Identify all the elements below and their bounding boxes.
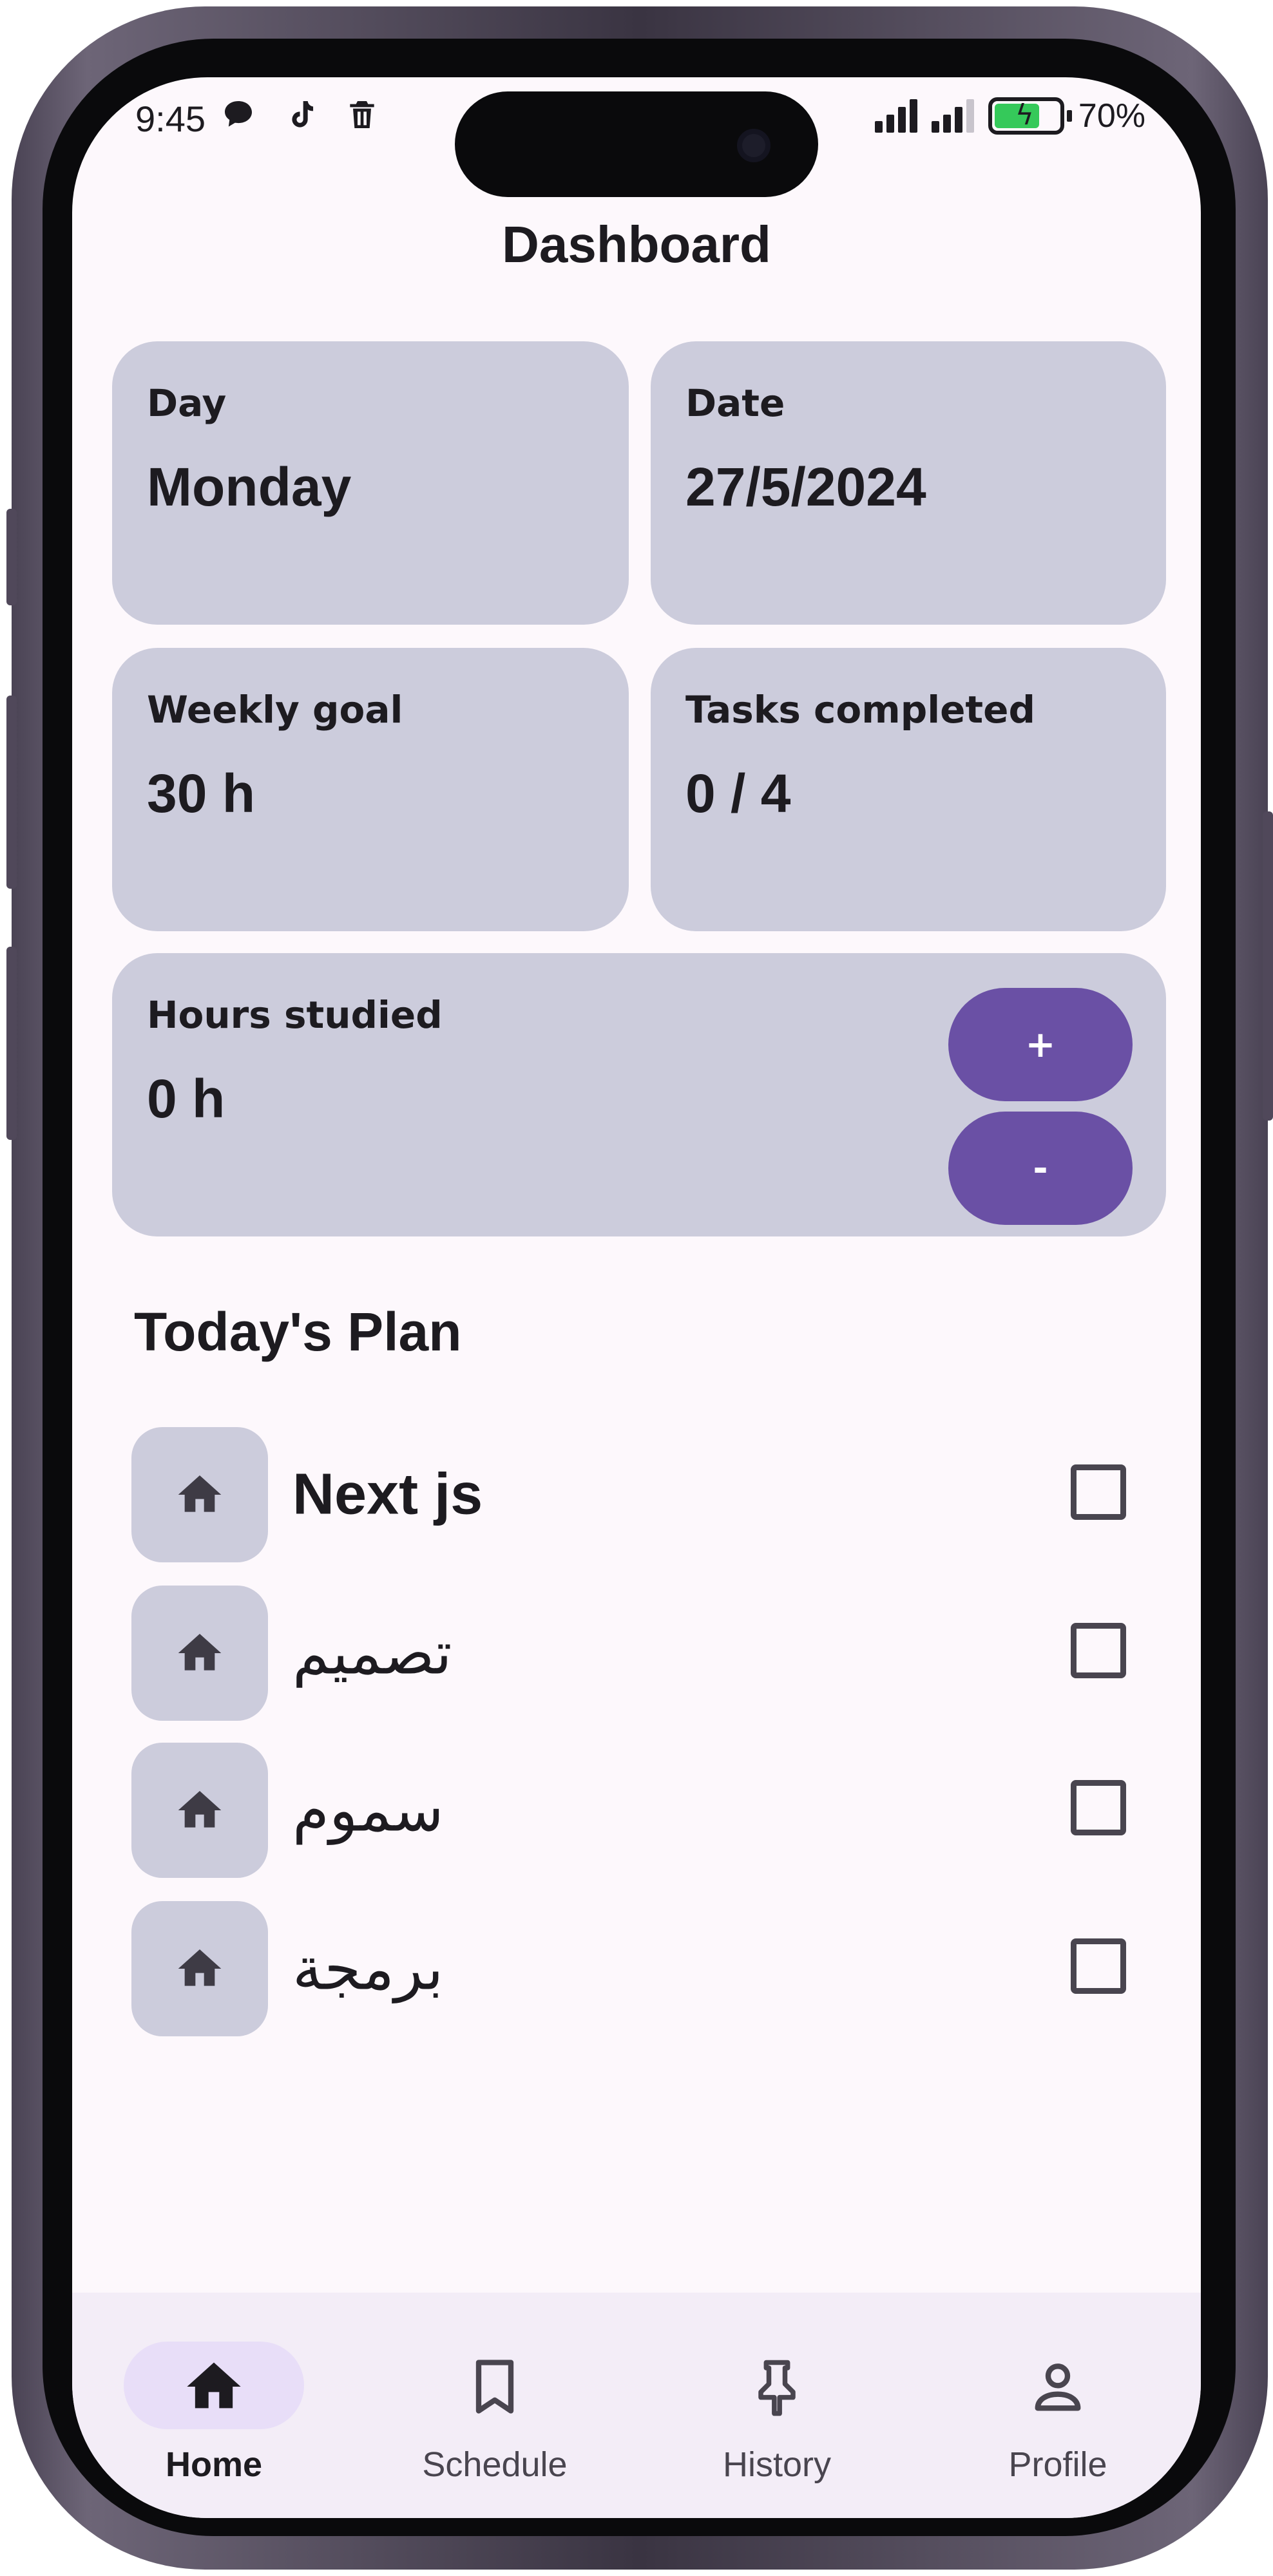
plan-item-checkbox[interactable]	[1071, 1464, 1126, 1520]
action-button	[6, 509, 17, 605]
plan-item[interactable]: تصميم	[131, 1586, 1136, 1721]
todays-plan-title: Today's Plan	[134, 1302, 462, 1362]
date-card: Date 27/5/2024	[651, 341, 1166, 625]
hours-studied-card: Hours studied 0 h + -	[112, 953, 1166, 1236]
nav-schedule[interactable]: Schedule	[398, 2325, 591, 2486]
plan-item-title: تصميم	[292, 1618, 452, 1688]
home-icon	[131, 1743, 268, 1878]
tiktok-icon	[282, 97, 318, 135]
plan-item-title: برمجة	[292, 1934, 444, 2003]
home-icon	[131, 1586, 268, 1721]
nav-schedule-label: Schedule	[422, 2445, 568, 2484]
signal-icon	[874, 99, 917, 133]
date-label: Date	[685, 381, 785, 425]
plan-item[interactable]: برمجة	[131, 1901, 1136, 2036]
home-icon	[187, 2362, 241, 2409]
battery-percent: 70%	[1078, 97, 1145, 135]
tasks-completed-card: Tasks completed 0 / 4	[651, 648, 1166, 931]
nav-profile[interactable]: Profile	[961, 2325, 1154, 2486]
nav-history-label: History	[722, 2445, 831, 2484]
date-value: 27/5/2024	[685, 457, 926, 517]
hours-studied-value: 0 h	[147, 1068, 225, 1129]
nav-history[interactable]: History	[680, 2325, 874, 2486]
hours-studied-label: Hours studied	[147, 993, 443, 1037]
day-card: Day Monday	[112, 341, 629, 625]
chat-icon	[220, 97, 256, 135]
day-label: Day	[147, 381, 227, 425]
nav-home[interactable]: Home	[117, 2325, 311, 2486]
status-notification-icons	[220, 97, 380, 135]
power-button	[1263, 811, 1273, 1121]
front-camera	[737, 129, 770, 162]
plan-item[interactable]: سموم	[131, 1743, 1136, 1878]
nav-profile-label: Profile	[1008, 2445, 1107, 2484]
tasks-completed-value: 0 / 4	[685, 763, 791, 824]
home-icon	[131, 1427, 268, 1562]
person-icon	[1035, 2363, 1081, 2411]
app-screen: 9:45 ϟ 70% Dashboard Day Monday Date 27/…	[72, 77, 1201, 2518]
bottom-navigation: Home Schedule History Profile	[72, 2293, 1201, 2518]
pin-icon	[758, 2360, 796, 2416]
home-icon	[131, 1901, 268, 2036]
signal-icon-2	[931, 99, 974, 133]
weekly-goal-value: 30 h	[147, 763, 256, 824]
decrement-hours-button[interactable]: -	[948, 1112, 1133, 1225]
plan-item-title: Next js	[292, 1462, 483, 1527]
battery-icon: ϟ	[988, 97, 1072, 135]
volume-up-button	[6, 696, 17, 889]
plan-item[interactable]: Next js	[131, 1427, 1136, 1562]
page-title: Dashboard	[502, 216, 771, 273]
nav-home-label: Home	[165, 2445, 263, 2484]
bookmark-icon	[475, 2360, 514, 2414]
plan-item-checkbox[interactable]	[1071, 1938, 1126, 1994]
status-system-icons: ϟ 70%	[874, 97, 1145, 135]
weekly-goal-card: Weekly goal 30 h	[112, 648, 629, 931]
status-time: 9:45	[135, 99, 206, 139]
weekly-goal-label: Weekly goal	[147, 688, 403, 732]
tasks-completed-label: Tasks completed	[685, 688, 1036, 732]
trash-icon	[344, 97, 380, 135]
plan-item-checkbox[interactable]	[1071, 1623, 1126, 1678]
charging-bolt-icon: ϟ	[1015, 99, 1034, 131]
increment-hours-button[interactable]: +	[948, 988, 1133, 1101]
plan-item-title: سموم	[292, 1776, 444, 1845]
volume-down-button	[6, 947, 17, 1140]
day-value: Monday	[147, 457, 352, 517]
plan-item-checkbox[interactable]	[1071, 1780, 1126, 1835]
